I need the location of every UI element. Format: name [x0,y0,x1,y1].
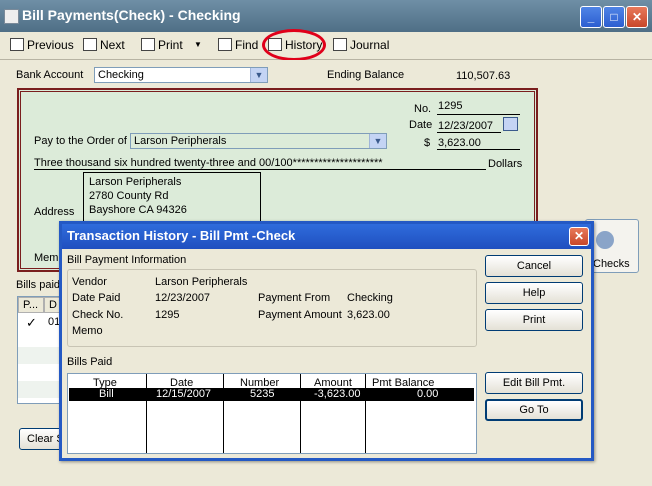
cell-pmt-balance: 0.00 [417,388,439,400]
chevron-down-icon: ▼ [250,68,267,82]
find-icon [218,38,232,51]
pay-to-label: Pay to the Order of [34,135,127,147]
check-no-label: Check No. [72,309,124,321]
minimize-button[interactable]: _ [580,6,602,28]
checks-label: Checks [593,258,630,270]
find-label: Find [235,38,259,52]
cell-number: 5235 [250,388,275,400]
amount-words: Three thousand six hundred twenty-three … [34,157,383,169]
next-button[interactable]: Next [83,37,125,53]
checks-icon [596,231,614,249]
checkmark-icon[interactable]: ✓ [26,315,37,331]
payment-from-label: Payment From [258,292,331,304]
date-paid-value: 12/23/2007 [155,292,211,304]
maximize-button[interactable]: □ [603,6,625,28]
next-icon [83,38,97,51]
transaction-history-dialog: Transaction History - Bill Pmt -Check ✕ … [59,221,594,461]
help-button[interactable]: Help [485,282,583,304]
main-titlebar: Bill Payments(Check) - Checking _ □ ✕ [0,0,652,32]
bills-paid-label: Bills paid [16,279,61,291]
vendor-label: Vendor [72,276,107,288]
window-title: Bill Payments(Check) - Checking [22,7,241,23]
date-field[interactable]: 12/23/2007 [438,120,493,132]
table-row[interactable]: Bill 12/15/2007 5235 -3,623.00 0.00 [69,388,474,401]
journal-button[interactable]: Journal [333,37,389,53]
vendor-value: Larson Peripherals [155,276,248,288]
toolbar: Previous Next Print ▼ Find History Journ… [0,32,652,60]
payment-amount-label: Payment Amount [258,309,342,321]
dollar-sign: $ [424,137,431,149]
print-button[interactable]: Print [485,309,583,331]
bill-payment-info-label: Bill Payment Information [67,254,187,266]
print-button[interactable]: Print [141,37,183,53]
amount-field[interactable]: 3,623.00 [438,137,481,149]
amount-words-underline [34,169,486,170]
check-no-field[interactable]: 1295 [438,100,462,112]
go-to-button[interactable]: Go To [485,399,583,421]
clear-selections-button[interactable]: Clear S [19,428,64,450]
edit-bill-pmt-button[interactable]: Edit Bill Pmt. [485,372,583,394]
dialog-titlebar: Transaction History - Bill Pmt -Check ✕ [62,224,591,249]
check-no-value: 1295 [155,309,180,321]
payee-value: Larson Peripherals [134,135,227,147]
address-line: Bayshore CA 94326 [89,204,187,216]
dollars-label: Dollars [488,158,523,170]
date-label: Date [409,119,433,131]
bills-grid[interactable]: P... D ✓ 01 [17,296,63,404]
previous-icon [10,38,24,51]
grid-header-paid: P... [18,297,44,313]
find-button[interactable]: Find [218,37,258,53]
journal-label: Journal [350,38,390,52]
chevron-down-icon: ▼ [369,134,386,148]
journal-icon [333,38,347,51]
memo-label: Memo [72,325,103,337]
ending-balance-label: Ending Balance [327,69,405,81]
check-no-underline [437,114,520,115]
cancel-button[interactable]: Cancel [485,255,583,277]
address-label: Address [34,206,75,218]
payment-from-value: Checking [347,292,393,304]
cell-amount: -3,623.00 [314,388,361,400]
address-line: 2780 County Rd [89,190,169,202]
date-underline [437,132,501,133]
amount-underline [437,149,520,150]
check-no-label: No. [414,103,432,115]
bank-account-select[interactable]: Checking ▼ [94,67,268,83]
address-line: Larson Peripherals [89,176,182,188]
dialog-title: Transaction History - Bill Pmt -Check [67,228,296,243]
history-highlight-circle [262,29,326,61]
next-label: Next [100,38,125,52]
payment-amount-value: 3,623.00 [347,309,390,321]
bank-account-label: Bank Account [16,69,84,81]
bill-payment-info-group [67,269,477,347]
bills-paid-table[interactable]: Type Date Number Amount Pmt Balance Bill… [67,373,477,454]
cell-date: 12/15/2007 [156,388,212,400]
previous-label: Previous [27,38,74,52]
previous-button[interactable]: Previous [10,37,74,53]
date-paid-label: Date Paid [72,292,121,304]
bills-paid-label: Bills Paid [67,356,113,368]
ending-balance-value: 110,507.63 [456,70,511,82]
app-icon [4,9,19,24]
calendar-icon[interactable] [503,117,518,131]
close-button[interactable]: ✕ [626,6,648,28]
payee-select[interactable]: Larson Peripherals ▼ [130,133,387,149]
bank-account-value: Checking [98,69,144,81]
cell-type: Bill [99,388,114,400]
close-icon[interactable]: ✕ [569,227,589,246]
print-label: Print [158,38,183,52]
printer-icon [141,38,155,51]
print-dropdown-button[interactable]: ▼ [194,37,202,53]
